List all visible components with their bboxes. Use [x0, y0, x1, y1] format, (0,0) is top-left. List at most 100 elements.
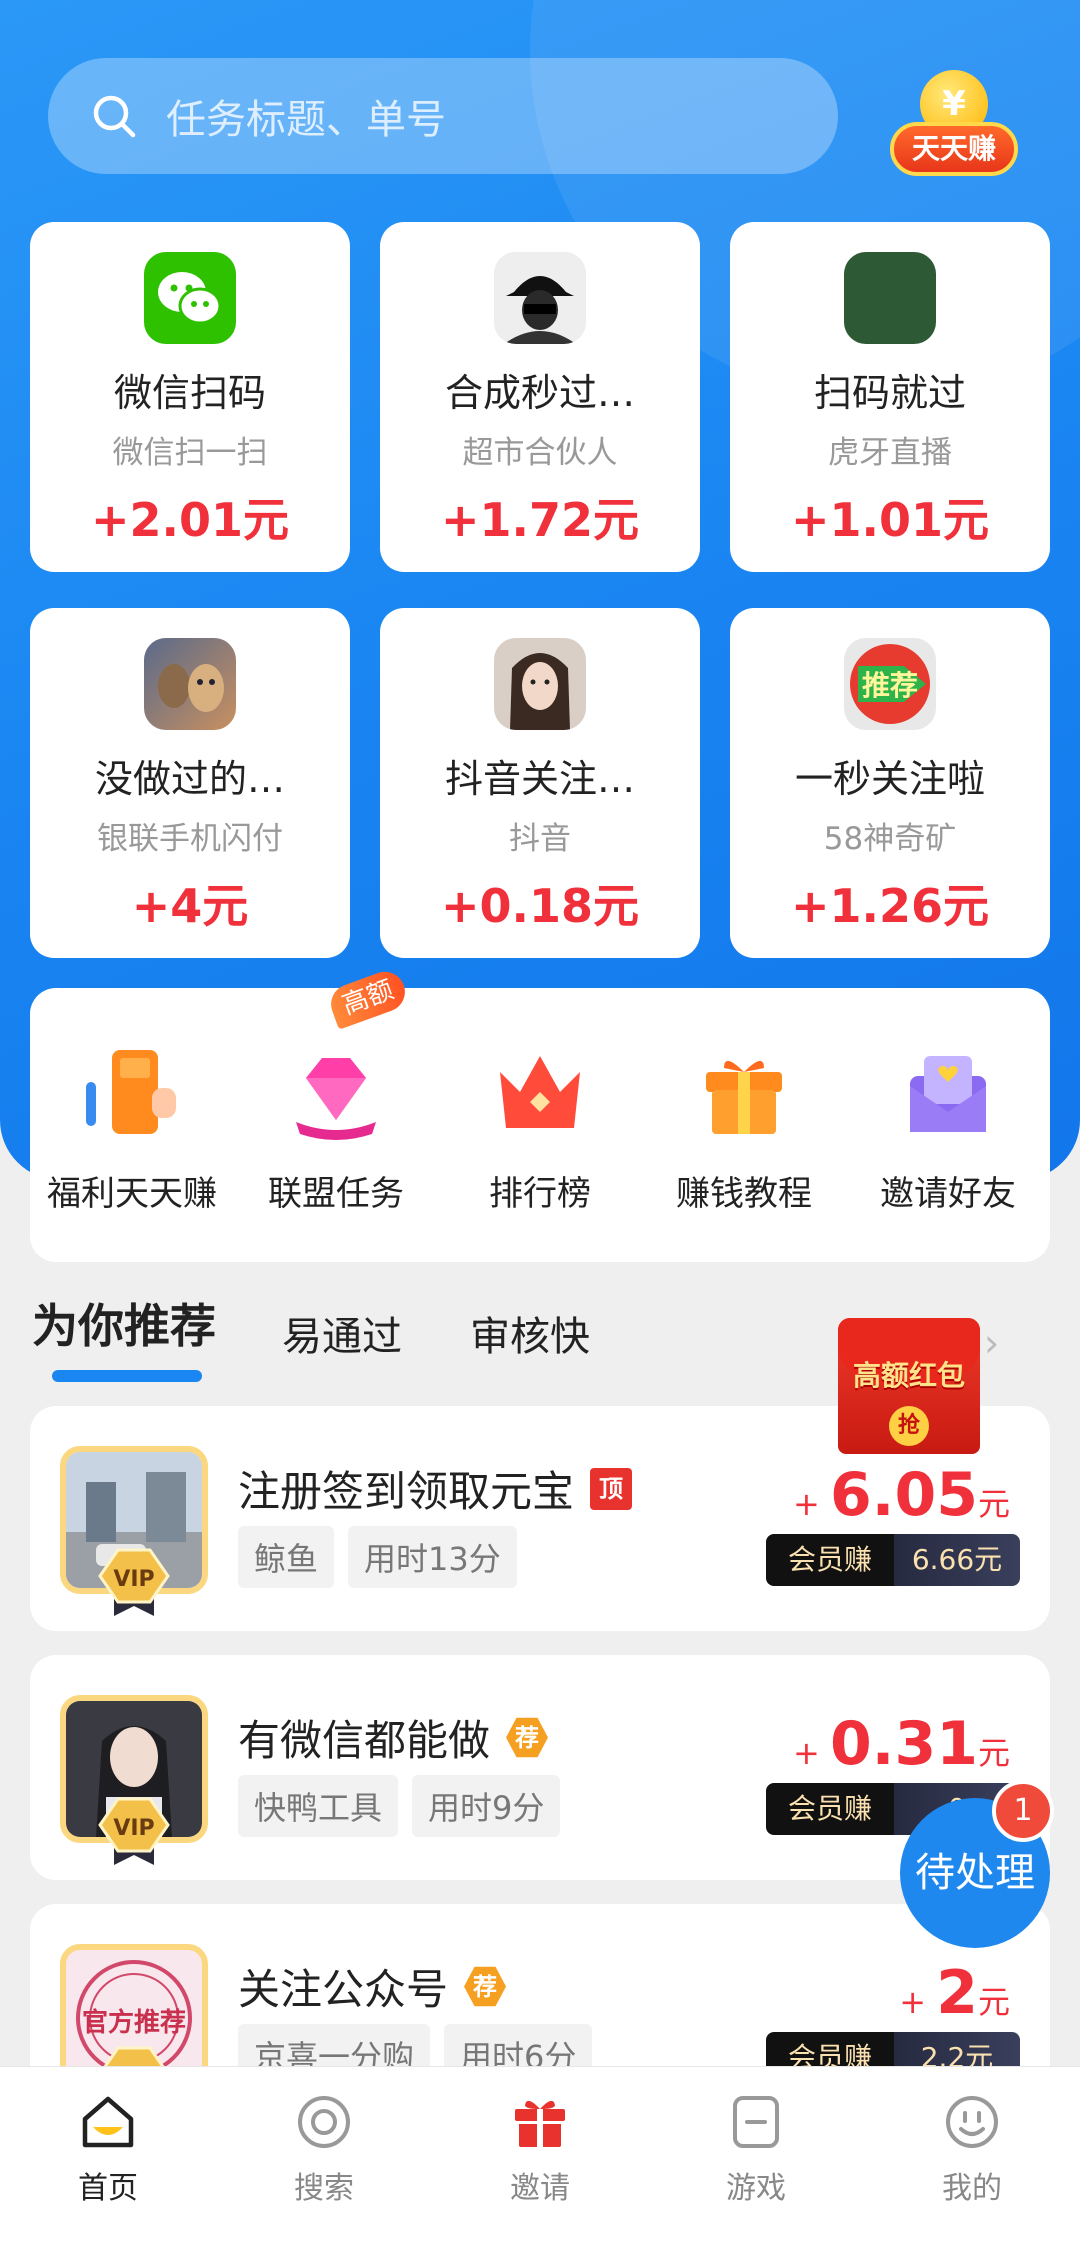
- task-price-value: 0.31: [829, 1709, 978, 1779]
- quick-item[interactable]: 赚钱教程: [642, 1042, 846, 1215]
- member-price: 6.66元: [894, 1534, 1020, 1586]
- red-packet-grab: 抢: [889, 1406, 929, 1446]
- quick-label: 排行榜: [489, 1174, 591, 1214]
- featured-title: 合成秒过…: [444, 371, 635, 415]
- quick-item[interactable]: 福利天天赚: [30, 1042, 234, 1215]
- task-title-text: 关注公众号: [238, 1965, 449, 2014]
- pending-label: 待处理: [915, 1850, 1035, 1896]
- pending-count-badge: 1: [992, 1780, 1054, 1842]
- featured-card[interactable]: 微信扫码 微信扫一扫 +2.01元: [30, 222, 350, 572]
- nav-item-profile[interactable]: 我的: [864, 2093, 1080, 2207]
- task-price: + 2元: [899, 1958, 1010, 2028]
- recommend-badge: 荐: [464, 1966, 507, 2007]
- quick-label: 联盟任务: [268, 1174, 404, 1214]
- task-price: + 0.31元: [792, 1709, 1010, 1779]
- task-title: 注册签到领取元宝顶: [238, 1458, 633, 1519]
- featured-title: 一秒关注啦: [794, 757, 985, 801]
- recommend-badge: 荐: [506, 1717, 549, 1758]
- pending-button[interactable]: 待处理 1: [900, 1780, 1054, 1948]
- member-earn: 会员赚 6.66元: [766, 1534, 1020, 1586]
- crown-icon: [490, 1042, 590, 1142]
- task-tags: 鲸鱼 用时13分: [238, 1526, 517, 1588]
- task-tag: 用时13分: [348, 1526, 517, 1588]
- tab-fast-review[interactable]: 审核快: [470, 1304, 590, 1362]
- search-placeholder: 任务标题、单号: [166, 97, 446, 143]
- gift-box-icon: [694, 1042, 794, 1142]
- daily-earn-label: 天天赚: [890, 122, 1018, 176]
- featured-price: +1.72元: [440, 493, 640, 547]
- daily-earn-button[interactable]: ¥ 天天赚: [890, 62, 1020, 182]
- task-item[interactable]: VIP 有微信都能做荐 快鸭工具 用时9分 + 0.31元 会员赚 0: [30, 1655, 1050, 1880]
- recommend-text: 推荐: [861, 669, 918, 702]
- tab-indicator: [52, 1370, 202, 1382]
- nav-label: 首页: [78, 2171, 138, 2206]
- task-title: 关注公众号荐: [238, 1956, 507, 2017]
- search-bar[interactable]: 任务标题、单号: [48, 58, 838, 174]
- nav-item-home[interactable]: 首页: [0, 2093, 216, 2207]
- featured-title: 扫码就过: [813, 371, 966, 415]
- bottom-nav: 首页 搜索 邀请 游戏 我的: [0, 2066, 1080, 2248]
- featured-sub: 微信扫一扫: [112, 435, 268, 471]
- nav-label: 邀请: [510, 2171, 570, 2206]
- task-price-unit: 元: [977, 1983, 1010, 2021]
- vip-label: VIP: [113, 1816, 154, 1841]
- task-price: + 6.05元: [792, 1460, 1010, 1530]
- quick-label: 赚钱教程: [676, 1174, 812, 1214]
- nav-label: 搜索: [294, 2171, 354, 2206]
- featured-card[interactable]: 没做过的… 银联手机闪付 +4元: [30, 608, 350, 958]
- chevron-right-icon: ›: [984, 1321, 1000, 1365]
- red-packet-text: 高额红包: [852, 1359, 965, 1392]
- game-icon: [727, 2093, 785, 2151]
- featured-title: 抖音关注…: [444, 757, 635, 801]
- wechat-icon: [144, 252, 236, 344]
- task-title-text: 有微信都能做: [238, 1716, 491, 1765]
- nav-label: 我的: [942, 2171, 1002, 2206]
- recommend-icon: 推荐: [844, 638, 936, 730]
- quick-item[interactable]: 邀请好友: [846, 1042, 1050, 1215]
- featured-sub: 超市合伙人: [462, 435, 618, 471]
- task-price-unit: 元: [977, 1485, 1010, 1523]
- gift-icon: [511, 2093, 569, 2151]
- member-label: 会员赚: [766, 1783, 894, 1835]
- nav-item-game[interactable]: 游戏: [648, 2093, 864, 2207]
- top-badge: 顶: [590, 1467, 633, 1510]
- nav-item-invite[interactable]: 邀请: [432, 2093, 648, 2207]
- nav-item-search[interactable]: 搜索: [216, 2093, 432, 2207]
- quick-item[interactable]: 排行榜: [438, 1042, 642, 1215]
- featured-price: +0.18元: [440, 879, 640, 933]
- avatar-icon: [494, 252, 586, 344]
- featured-title: 微信扫码: [113, 371, 266, 415]
- tab-easy-pass[interactable]: 易通过: [282, 1304, 402, 1362]
- featured-price: +2.01元: [90, 493, 290, 547]
- home-icon: [79, 2093, 137, 2151]
- task-tags: 快鸭工具 用时9分: [238, 1775, 561, 1837]
- search-circle-icon: [295, 2093, 353, 2151]
- task-title-text: 注册签到领取元宝: [238, 1467, 575, 1516]
- featured-card[interactable]: 扫码就过 虎牙直播 +1.01元: [730, 222, 1050, 572]
- featured-card[interactable]: 合成秒过… 超市合伙人 +1.72元: [380, 222, 700, 572]
- featured-price: +1.01元: [790, 493, 990, 547]
- vip-badge-icon: VIP: [92, 1795, 176, 1865]
- vip-label: VIP: [113, 1567, 154, 1592]
- task-price-value: 2: [936, 1958, 978, 2028]
- quick-label: 邀请好友: [880, 1174, 1016, 1214]
- featured-price: +1.26元: [790, 879, 990, 933]
- phone-gift-icon: [82, 1042, 182, 1142]
- task-price-unit: 元: [977, 1734, 1010, 1772]
- envelope-heart-icon: [898, 1042, 998, 1142]
- red-packet-button[interactable]: 高额红包 抢: [838, 1318, 980, 1454]
- featured-sub: 虎牙直播: [828, 435, 952, 471]
- task-title: 有微信都能做荐: [238, 1707, 549, 1768]
- tab-for-you[interactable]: 为你推荐: [32, 1290, 216, 1356]
- task-price-value: 6.05: [829, 1460, 978, 1530]
- quick-item[interactable]: 联盟任务: [234, 1042, 438, 1215]
- avatar-icon: [144, 638, 236, 730]
- featured-card[interactable]: 推荐 一秒关注啦 58神奇矿 +1.26元: [730, 608, 1050, 958]
- featured-card[interactable]: 抖音关注… 抖音 +0.18元: [380, 608, 700, 958]
- task-tag: 鲸鱼: [238, 1526, 335, 1588]
- member-label: 会员赚: [766, 1534, 894, 1586]
- nav-label: 游戏: [726, 2171, 786, 2206]
- quick-entries: 福利天天赚 联盟任务 高额 排行榜 赚钱教程 邀请好友: [30, 966, 1050, 1262]
- featured-price: +4元: [131, 879, 249, 933]
- task-tag: 快鸭工具: [238, 1775, 399, 1837]
